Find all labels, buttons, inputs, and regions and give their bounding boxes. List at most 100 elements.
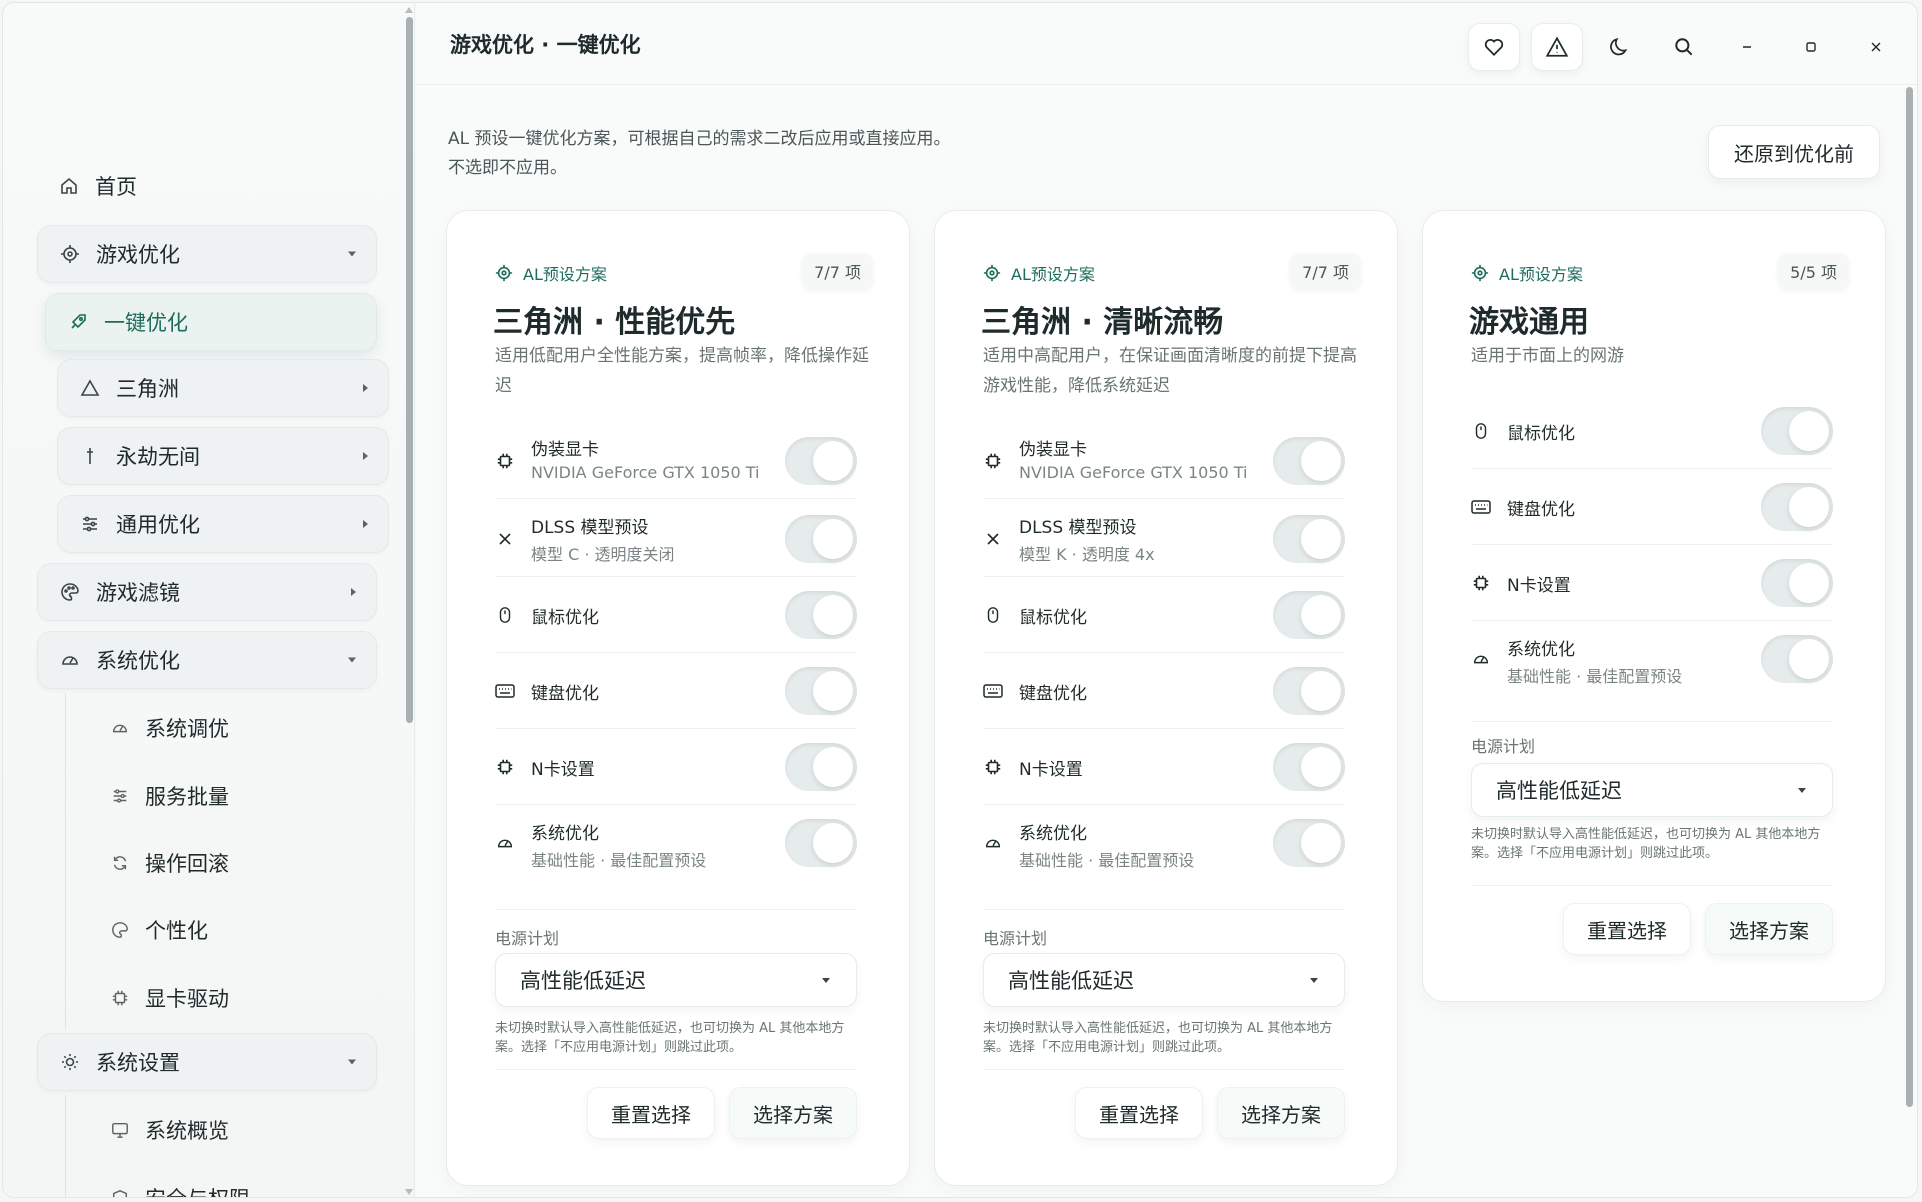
maximize-icon — [1806, 42, 1816, 52]
search-icon — [1675, 38, 1693, 56]
option-toggle[interactable] — [785, 590, 857, 639]
option-toggle[interactable] — [1273, 742, 1345, 791]
sidebar-scrollbar[interactable] — [406, 17, 413, 723]
main-content: 游戏优化 · 一键优化 AL 预设一键优化方案，可根据自己的需求二改后应用或直接… — [416, 3, 1917, 1197]
sidebar-item-personal[interactable]: 个性化 — [109, 915, 208, 945]
preset-tag-label: AL预设方案 — [523, 265, 607, 284]
title-bar: 游戏优化 · 一键优化 — [416, 3, 1917, 85]
option-toggle[interactable] — [1761, 635, 1833, 683]
divider — [1471, 885, 1833, 886]
sidebar-item-delta[interactable]: 三角洲 — [57, 359, 389, 417]
favorite-button[interactable] — [1468, 23, 1520, 71]
sidebar-item-sys-opt[interactable]: 系统优化 — [37, 631, 377, 689]
sidebar-item-general-opt[interactable]: 通用优化 — [57, 495, 389, 553]
power-plan-label: 电源计划 — [1471, 737, 1536, 756]
restore-button[interactable]: 还原到优化前 — [1708, 125, 1880, 179]
option-toggle[interactable] — [1273, 666, 1345, 715]
option-subtext: 基础性能 · 最佳配置预设 — [1507, 667, 1683, 686]
option-toggle[interactable] — [785, 742, 857, 791]
toggle-knob — [1301, 518, 1341, 559]
choose-plan-button[interactable]: 选择方案 — [1217, 1087, 1345, 1139]
chip-icon — [983, 757, 1003, 777]
moon-icon — [1610, 37, 1628, 56]
option-label: DLSS 模型预设 — [1019, 518, 1137, 538]
monitor-icon — [109, 1119, 131, 1141]
option-subtext: 模型 C · 透明度关闭 — [531, 545, 675, 564]
sidebar-item-gpu-driver[interactable]: 显卡驱动 — [109, 983, 229, 1013]
option-toggle[interactable] — [1273, 436, 1345, 485]
sidebar-item-svc-batch[interactable]: 服务批量 — [109, 781, 229, 811]
option-row: 伪装显卡 NVIDIA GeForce GTX 1050 Ti — [495, 423, 857, 499]
sidebar-item-home[interactable]: 首页 — [57, 171, 137, 201]
divider — [983, 1069, 1345, 1070]
keyboard-icon — [983, 681, 1003, 701]
theme-toggle-button[interactable] — [1594, 23, 1646, 71]
option-toggle[interactable] — [1761, 558, 1833, 607]
option-label: 键盘优化 — [1507, 500, 1575, 520]
close-button[interactable] — [1850, 23, 1902, 71]
home-icon — [57, 174, 81, 198]
option-row: 系统优化 基础性能 · 最佳配置预设 — [495, 805, 857, 881]
sun-icon — [58, 1050, 82, 1074]
chevron-down-icon — [348, 1059, 356, 1065]
preset-title: 三角洲 · 性能优先 — [493, 305, 736, 340]
sidebar-item-label: 三角洲 — [116, 377, 179, 401]
search-button[interactable] — [1658, 23, 1710, 71]
reset-selection-button[interactable]: 重置选择 — [587, 1087, 715, 1139]
sidebar-item-security[interactable]: 安全与权限 — [109, 1183, 250, 1197]
option-toggle[interactable] — [1273, 819, 1345, 867]
toggle-knob — [1789, 486, 1829, 527]
x-icon — [983, 529, 1003, 549]
power-plan-value: 高性能低延迟 — [520, 969, 646, 993]
maximize-button[interactable] — [1785, 23, 1837, 71]
palette-icon — [58, 580, 82, 604]
sidebar-item-one-click[interactable]: 一键优化 — [45, 293, 377, 351]
option-toggle[interactable] — [1273, 590, 1345, 639]
main-scrollbar[interactable] — [1906, 87, 1913, 1107]
option-label: 鼠标优化 — [1507, 424, 1575, 444]
warning-button[interactable] — [1531, 23, 1583, 71]
chevron-right-icon — [363, 520, 368, 528]
reset-selection-button[interactable]: 重置选择 — [1563, 903, 1691, 955]
sidebar-item-label: 显卡驱动 — [145, 987, 229, 1011]
choose-plan-button[interactable]: 选择方案 — [729, 1087, 857, 1139]
sidebar-item-sys-overview[interactable]: 系统概览 — [109, 1115, 229, 1145]
chevron-right-icon — [363, 384, 368, 392]
option-label: N卡设置 — [1019, 760, 1083, 780]
option-row: N卡设置 — [495, 729, 857, 805]
reset-selection-button[interactable]: 重置选择 — [1075, 1087, 1203, 1139]
sidebar-item-filter[interactable]: 游戏滤镜 — [37, 563, 377, 621]
preset-description: 适用中高配用户，在保证画面清晰度的前提下提高游戏性能，降低系统延迟 — [983, 346, 1357, 396]
sidebar-item-sys-tune[interactable]: 系统调优 — [109, 713, 229, 743]
sidebar-item-sys-settings[interactable]: 系统设置 — [37, 1033, 377, 1091]
preset-tag-label: AL预设方案 — [1499, 265, 1583, 284]
option-toggle[interactable] — [785, 514, 857, 563]
minimize-icon — [1743, 46, 1751, 48]
option-toggle[interactable] — [1761, 406, 1833, 455]
sidebar-item-naraka[interactable]: 永劫无间 — [57, 427, 389, 485]
choose-plan-button[interactable]: 选择方案 — [1705, 903, 1833, 955]
target-icon — [983, 264, 1001, 282]
power-plan-select[interactable]: 高性能低延迟 — [1471, 763, 1833, 817]
preset-title: 三角洲 · 清晰流畅 — [981, 305, 1224, 340]
option-toggle[interactable] — [1273, 514, 1345, 563]
option-toggle[interactable] — [785, 819, 857, 867]
scroll-up-arrow[interactable] — [405, 7, 413, 13]
gauge-icon — [58, 648, 82, 672]
power-plan-select[interactable]: 高性能低延迟 — [495, 953, 857, 1007]
power-plan-select[interactable]: 高性能低延迟 — [983, 953, 1345, 1007]
sidebar-item-game-opt[interactable]: 游戏优化 — [37, 225, 377, 283]
scroll-down-arrow[interactable] — [405, 1189, 413, 1195]
power-plan-note: 未切换时默认导入高性能低延迟，也可切换为 AL 其他本地方案。选择「不应用电源计… — [495, 1021, 845, 1055]
option-toggle[interactable] — [785, 666, 857, 715]
app-window: 首页 游戏优化 一键优化 三角洲 永劫无间 通用优化 游戏滤镜 系统优化 系统调… — [2, 2, 1918, 1198]
tree-line — [65, 693, 66, 1029]
option-subtext: 模型 K · 透明度 4x — [1019, 545, 1155, 564]
divider — [495, 1069, 857, 1070]
minimize-button[interactable] — [1721, 23, 1773, 71]
sidebar-item-rollback[interactable]: 操作回滚 — [109, 848, 229, 878]
option-subtext: 基础性能 · 最佳配置预设 — [1019, 851, 1195, 870]
option-toggle[interactable] — [785, 436, 857, 485]
toggle-knob — [1301, 440, 1341, 481]
option-toggle[interactable] — [1761, 482, 1833, 531]
